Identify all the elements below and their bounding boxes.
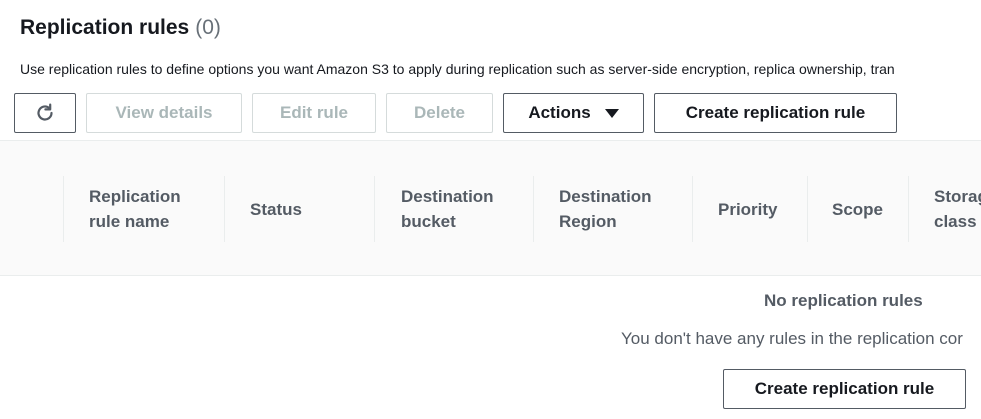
empty-state-text: You don't have any rules in the replicat… xyxy=(621,329,963,348)
rule-count: (0) xyxy=(195,16,221,39)
actions-label: Actions xyxy=(528,103,591,122)
edit-rule-button[interactable]: Edit rule xyxy=(252,93,376,133)
column-header-priority[interactable]: Priority xyxy=(692,176,807,242)
caret-down-icon xyxy=(604,108,619,118)
empty-state-create-button[interactable]: Create replication rule xyxy=(723,369,966,409)
section-description: Use replication rules to define options … xyxy=(20,61,895,77)
column-header-destination-bucket[interactable]: Destination bucket xyxy=(374,176,533,242)
column-header-destination-region[interactable]: Destination Region xyxy=(533,176,692,242)
empty-state-title: No replication rules xyxy=(764,291,923,310)
delete-button[interactable]: Delete xyxy=(386,93,493,133)
column-header-status[interactable]: Status xyxy=(224,176,374,242)
column-header-scope[interactable]: Scope xyxy=(807,176,908,242)
create-replication-rule-button[interactable]: Create replication rule xyxy=(654,93,897,133)
page-title: Replication rules (0) xyxy=(20,16,221,40)
column-header-storage-class[interactable]: Storagclass xyxy=(908,176,981,242)
refresh-button[interactable] xyxy=(14,93,76,133)
refresh-icon xyxy=(37,103,53,121)
view-details-button[interactable]: View details xyxy=(86,93,242,133)
title-text: Replication rules xyxy=(20,16,190,39)
column-header-rule-name[interactable]: Replication rule name xyxy=(63,176,224,242)
actions-dropdown-button[interactable]: Actions xyxy=(503,93,644,133)
